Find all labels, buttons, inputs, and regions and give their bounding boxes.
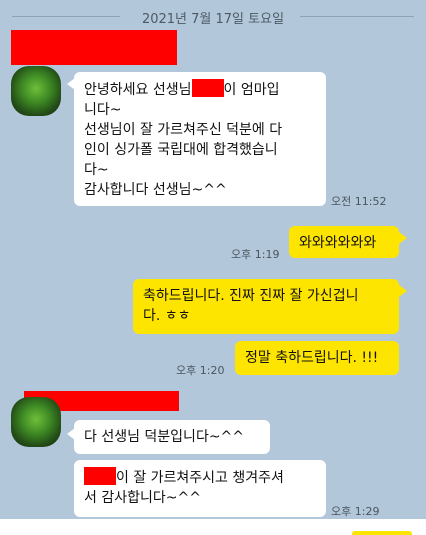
redacted-name [191,79,224,97]
sender-name-redacted [11,30,177,65]
message-text: 와와와와와와 [299,235,377,251]
message-text: 이 엄마입 [223,82,280,98]
message-bubble[interactable]: 다 선생님 덕분입니다~^^ [74,420,270,454]
message-time: 오전 11:52 [331,195,387,208]
date-divider: 2021년 7월 17일 토요일 [141,12,285,27]
message-time: 오후 1:20 [176,364,225,377]
message-text: 안녕하세요 선생님 [84,82,192,98]
redacted-name [84,467,116,485]
message-time: 오후 1:29 [331,505,380,518]
avatar[interactable] [11,66,61,116]
bubble-tail [399,285,407,297]
message-time: 오후 1:19 [231,248,280,261]
message-bubble[interactable]: 와와와와와와 [289,226,399,258]
message-bubble[interactable]: 축하드립니다. 진짜 진짜 잘 가신겁니 다. ㅎㅎ [133,279,399,334]
date-divider-line-right [300,16,414,17]
bubble-tail [399,232,407,244]
avatar[interactable] [11,397,61,447]
message-bubble[interactable]: 안녕하세요 선생님 이 엄마입 니다~ 선생님이 잘 가르쳐주신 덕분에 다 인이… [74,72,326,206]
message-text: 정말 축하드립니다. !!! [245,350,379,366]
message-text: 니다~ 선생님이 잘 가르쳐주신 덕분에 다 인이 싱가폴 국립대에 합격했습니… [84,102,283,198]
message-bubble[interactable]: 정말 축하드립니다. !!! [235,341,399,375]
message-text: 서 감사합니다~^^ [84,490,201,506]
message-text: 이 잘 가르쳐주시고 챙겨주셔 [116,470,284,486]
send-button[interactable] [352,531,412,535]
message-text: 다 선생님 덕분입니다~^^ [84,429,245,445]
message-text: 축하드립니다. 진짜 진짜 잘 가신겁니 다. ㅎㅎ [143,288,359,324]
message-bubble[interactable]: 이 잘 가르쳐주시고 챙겨주셔 서 감사합니다~^^ [74,460,326,517]
